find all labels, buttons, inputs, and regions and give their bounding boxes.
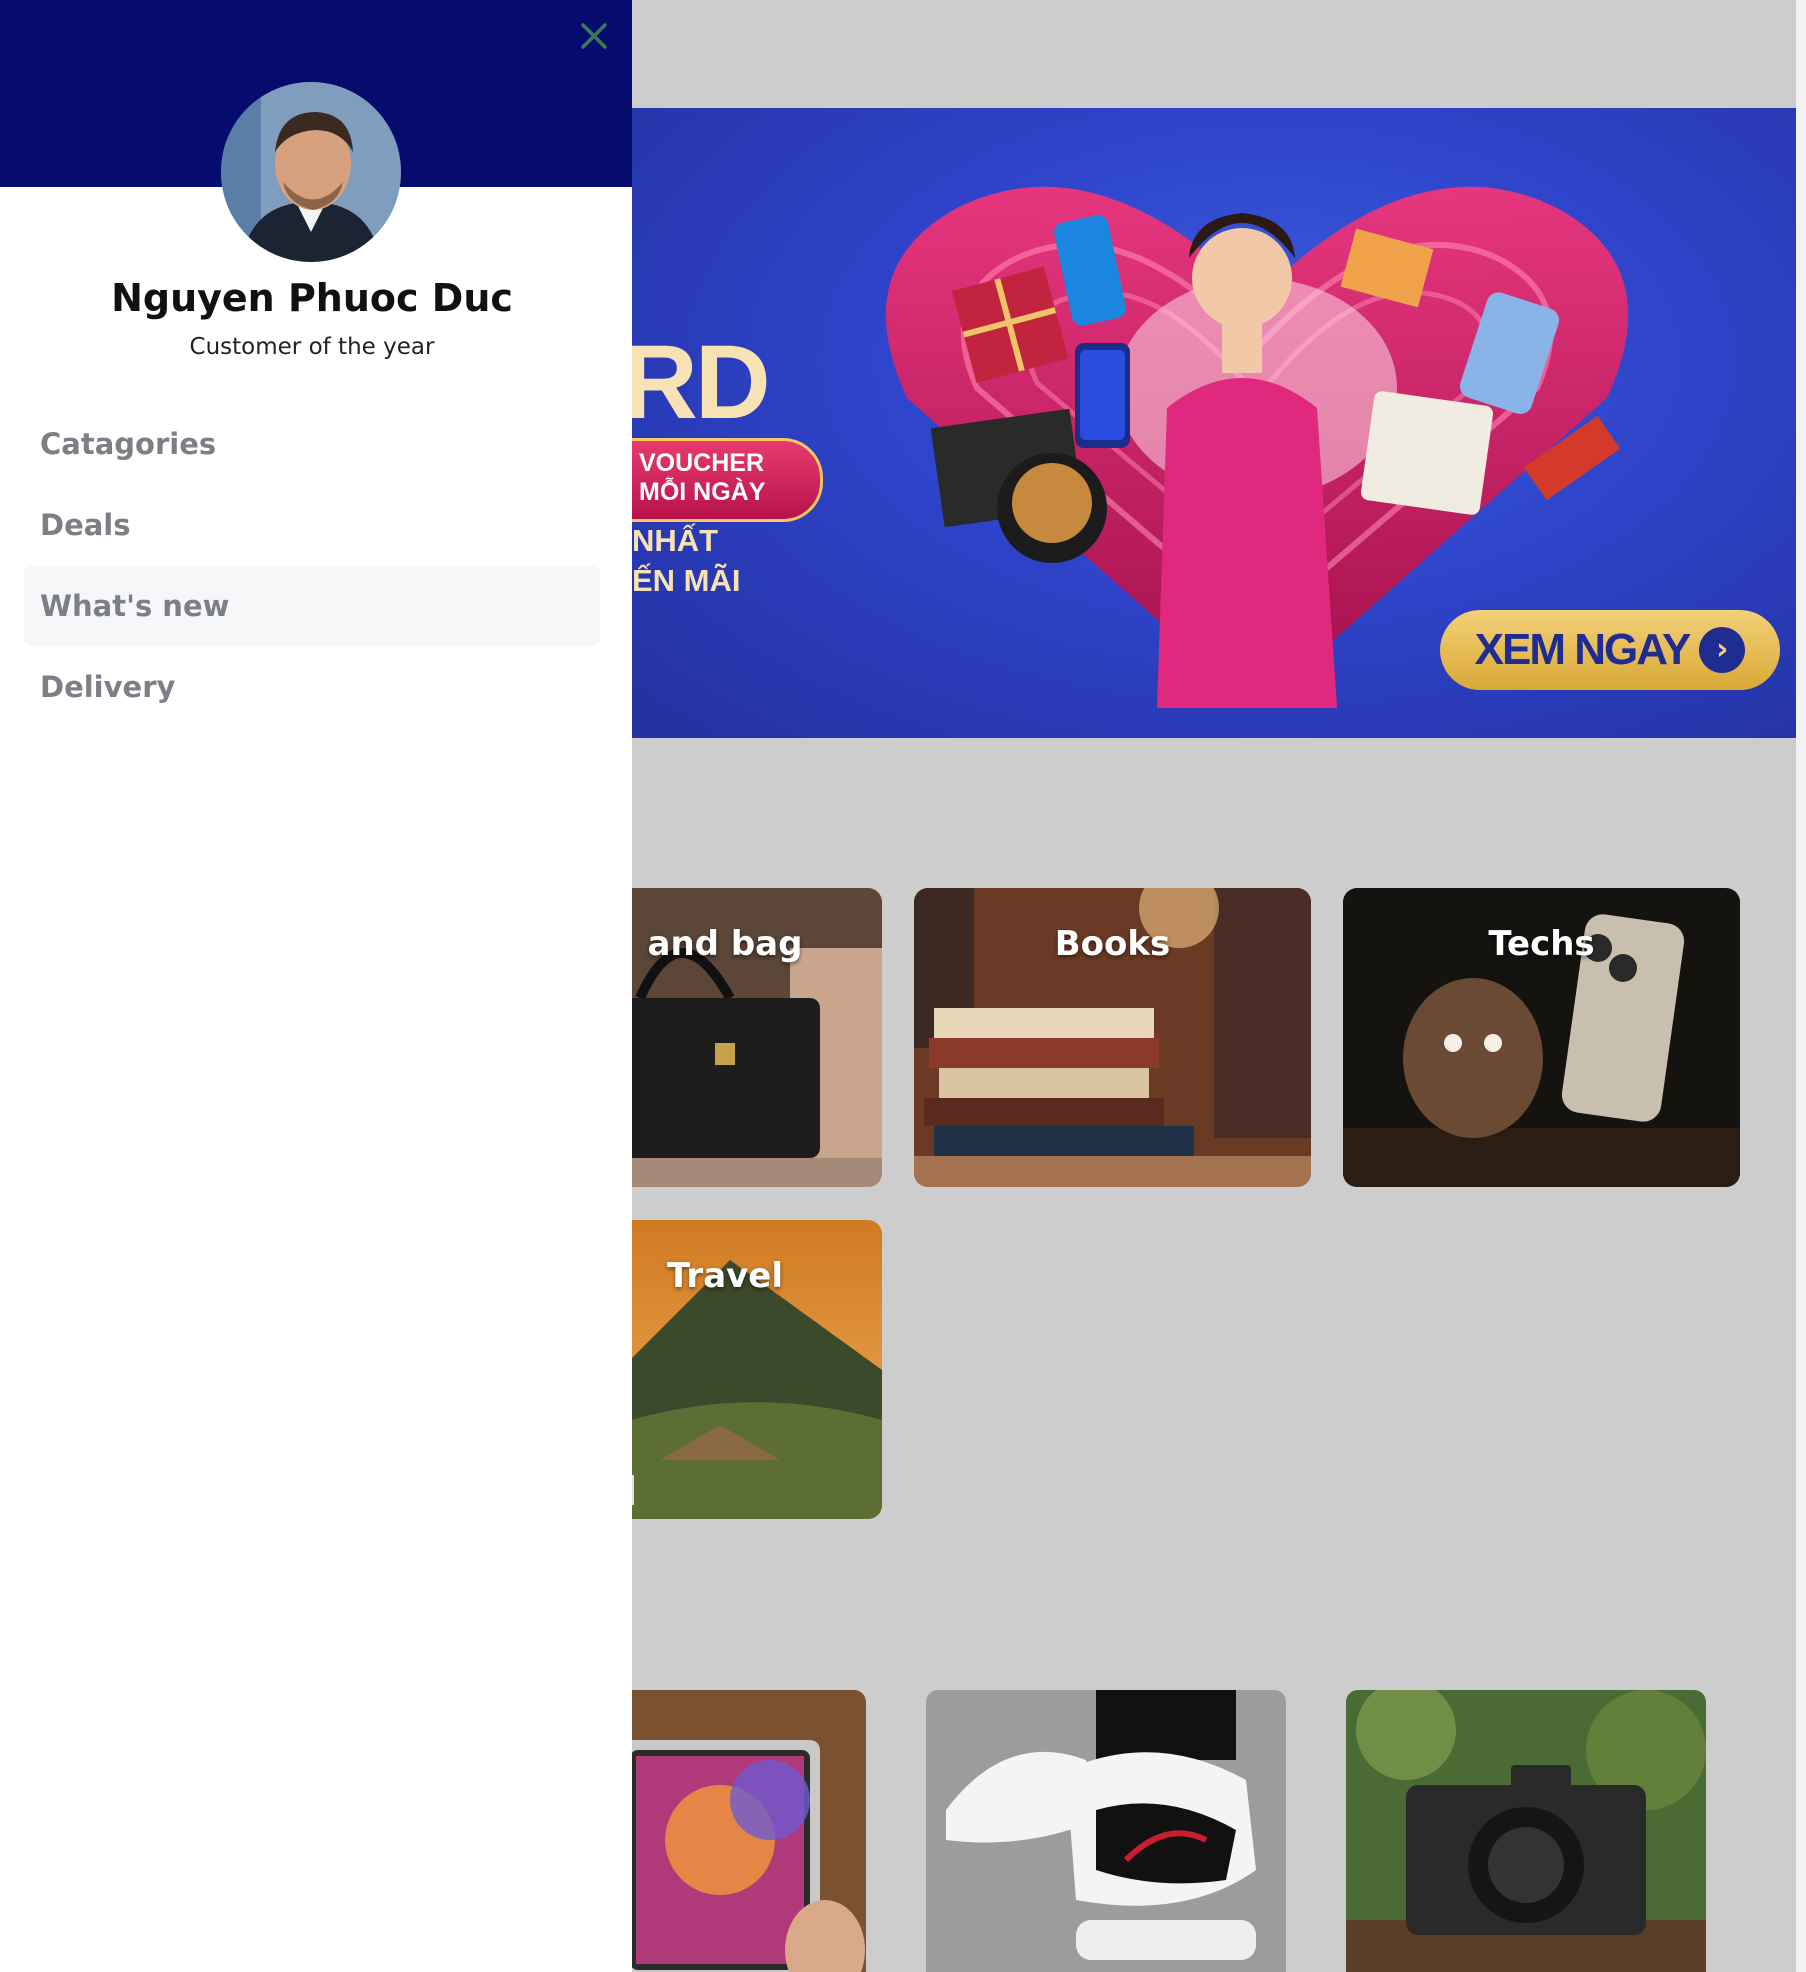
promo-banner[interactable]: RD VOUCHER MỖI NGÀY NHẤT ẾN MÃI XEM NGAY… bbox=[632, 108, 1805, 738]
category-tile-books[interactable]: Books bbox=[914, 888, 1311, 1187]
voucher-line2: MỖI NGÀY bbox=[639, 478, 766, 506]
category-tile-handbag[interactable]: and bag bbox=[600, 888, 882, 1187]
cta-label: XEM NGAY bbox=[1474, 625, 1692, 674]
drawer-menu: Catagories Deals What's new Delivery bbox=[24, 404, 600, 728]
banner-line-nhat: NHẤT bbox=[632, 523, 719, 558]
banner-line-mai: ẾN MÃI bbox=[632, 563, 741, 598]
chevron-right-icon: › bbox=[1699, 627, 1746, 673]
product-card-camera[interactable] bbox=[1346, 1690, 1706, 1972]
xem-ngay-button[interactable]: XEM NGAY › bbox=[1440, 610, 1780, 690]
avatar bbox=[221, 82, 401, 262]
camera-image bbox=[1346, 1690, 1706, 1972]
user-name: Nguyen Phuoc Duc bbox=[111, 276, 513, 320]
close-icon[interactable] bbox=[574, 16, 614, 56]
tile-label: Techs bbox=[1488, 924, 1595, 964]
side-drawer: Nguyen Phuoc Duc Customer of the year Ca… bbox=[0, 0, 632, 1972]
product-card-tablet[interactable] bbox=[600, 1690, 866, 1972]
tile-label: and bag bbox=[647, 924, 803, 964]
category-tile-travel[interactable]: Travel bbox=[600, 1220, 882, 1519]
tablet-image bbox=[600, 1690, 866, 1972]
sneakers-image bbox=[926, 1690, 1286, 1972]
voucher-pill: VOUCHER MỖI NGÀY bbox=[632, 438, 823, 522]
avatar-photo bbox=[221, 82, 401, 262]
menu-item-categories[interactable]: Catagories bbox=[24, 404, 600, 484]
menu-item-whats-new[interactable]: What's new bbox=[24, 566, 600, 646]
banner-headline: RD bbox=[632, 324, 771, 441]
category-tile-techs[interactable]: Techs bbox=[1343, 888, 1740, 1187]
tile-label: Books bbox=[1054, 924, 1171, 964]
menu-item-deals[interactable]: Deals bbox=[24, 485, 600, 565]
menu-item-delivery[interactable]: Delivery bbox=[24, 647, 600, 727]
scrollbar[interactable] bbox=[1796, 0, 1806, 1972]
user-subtitle: Customer of the year bbox=[189, 334, 435, 360]
top-bar bbox=[632, 0, 1806, 108]
product-card-sneakers[interactable] bbox=[926, 1690, 1286, 1972]
tile-label: Travel bbox=[666, 1256, 784, 1296]
voucher-line1: VOUCHER bbox=[639, 449, 765, 477]
